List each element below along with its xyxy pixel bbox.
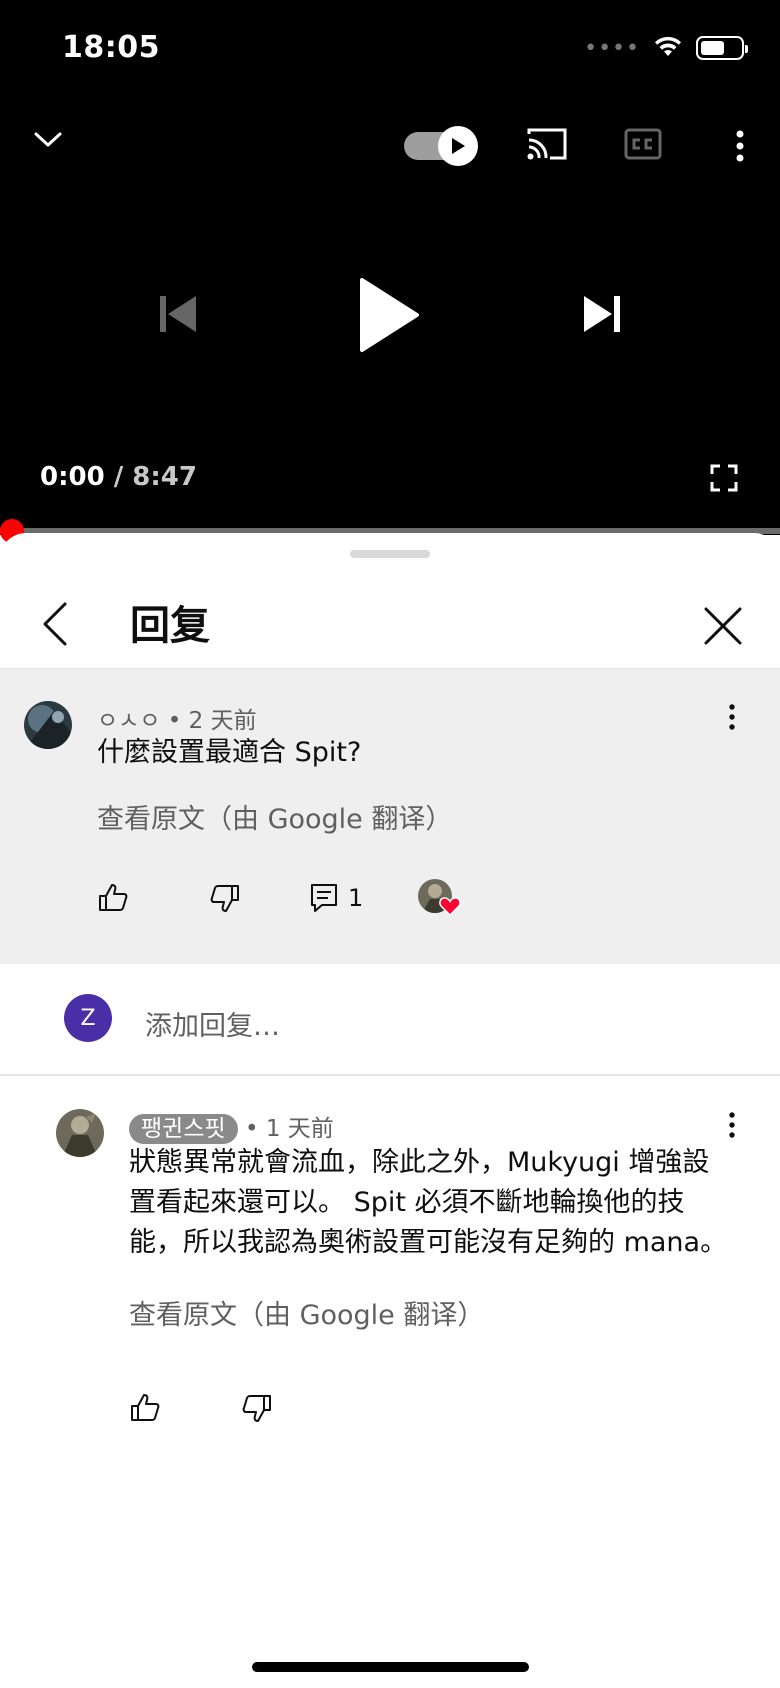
replies-sheet: 回复 ㅇㅅㅇ • 2 天前 什麼設置最適合 Spit? 查看原文（由 Googl…	[0, 533, 780, 1688]
commenter-avatar[interactable]	[24, 701, 72, 749]
reply-more-icon[interactable]	[720, 1107, 744, 1143]
comment-author[interactable]: ㅇㅅㅇ	[97, 708, 160, 734]
next-video-icon[interactable]	[580, 292, 624, 336]
add-reply-row[interactable]: Z 添加回复…	[0, 964, 780, 1070]
comment-age: • 2 天前	[167, 708, 257, 734]
add-reply-input[interactable]: 添加回复…	[145, 1004, 280, 1043]
time-readout: 0:00 / 8:47	[40, 462, 197, 492]
current-time: 0:00	[40, 462, 105, 492]
close-icon[interactable]	[700, 603, 746, 649]
play-icon[interactable]	[354, 274, 424, 356]
dislike-icon[interactable]	[208, 881, 242, 915]
reply-like-icon[interactable]	[128, 1391, 162, 1425]
reply-age: • 1 天前	[244, 1116, 334, 1142]
back-arrow-icon[interactable]	[36, 599, 74, 649]
my-avatar[interactable]: Z	[64, 994, 112, 1042]
comment-more-icon[interactable]	[720, 699, 744, 735]
reply-count: 1	[348, 884, 364, 912]
battery-level	[701, 41, 724, 55]
cast-icon[interactable]	[524, 124, 570, 164]
reply-text-line: 置看起來還可以。 Spit 必須不斷地輪換他的技	[129, 1187, 685, 1218]
reply-text-line: 能，所以我認為奧術設置可能沒有足夠的 mana。	[129, 1227, 728, 1258]
previous-video-icon[interactable]	[156, 292, 200, 336]
like-icon[interactable]	[96, 881, 130, 915]
reply-dislike-icon[interactable]	[240, 1391, 274, 1425]
reply-divider	[0, 1074, 780, 1076]
wifi-icon	[652, 34, 684, 62]
reply-see-original-link[interactable]: 查看原文（由 Google 翻译）	[129, 1293, 484, 1332]
autoplay-play-icon	[438, 126, 478, 166]
reply-text: 狀態異常就會流血，除此之外，Mukyugi 增強設 置看起來還可以。 Spit …	[129, 1143, 727, 1263]
autoplay-toggle[interactable]	[404, 126, 478, 166]
reply-meta: 팽귄스핏 • 1 天前	[129, 1109, 334, 1144]
video-player[interactable]: 18:05 •••• 0:00 / 8:47	[0, 0, 780, 543]
sheet-title: 回复	[130, 603, 210, 649]
fullscreen-icon[interactable]	[708, 462, 740, 494]
comment-meta: ㅇㅅㅇ • 2 天前	[97, 701, 257, 735]
captions-cc-icon[interactable]	[622, 126, 664, 162]
drag-handle[interactable]	[350, 550, 430, 558]
replier-avatar[interactable]	[56, 1109, 104, 1157]
comment-text: 什麼設置最適合 Spit?	[97, 737, 362, 768]
more-options-icon[interactable]	[728, 128, 752, 164]
cellular-signal-icon: ••••	[584, 35, 640, 61]
reply-text-line: 狀態異常就會流血，除此之外，Mukyugi 增強設	[129, 1147, 710, 1178]
status-icons: ••••	[584, 34, 748, 62]
time-separator: /	[104, 462, 133, 492]
video-duration: 8:47	[132, 462, 197, 492]
battery-icon	[696, 36, 748, 60]
heart-icon	[438, 895, 462, 917]
status-time: 18:05	[62, 30, 160, 65]
reply-author[interactable]: 팽귄스핏	[129, 1114, 238, 1144]
minimize-chevron-down-icon[interactable]	[30, 122, 66, 158]
replies-icon[interactable]	[308, 881, 340, 915]
home-indicator[interactable]	[252, 1662, 529, 1672]
see-original-link[interactable]: 查看原文（由 Google 翻译）	[97, 797, 452, 836]
parent-comment: ㅇㅅㅇ • 2 天前 什麼設置最適合 Spit? 查看原文（由 Google 翻…	[0, 669, 780, 964]
